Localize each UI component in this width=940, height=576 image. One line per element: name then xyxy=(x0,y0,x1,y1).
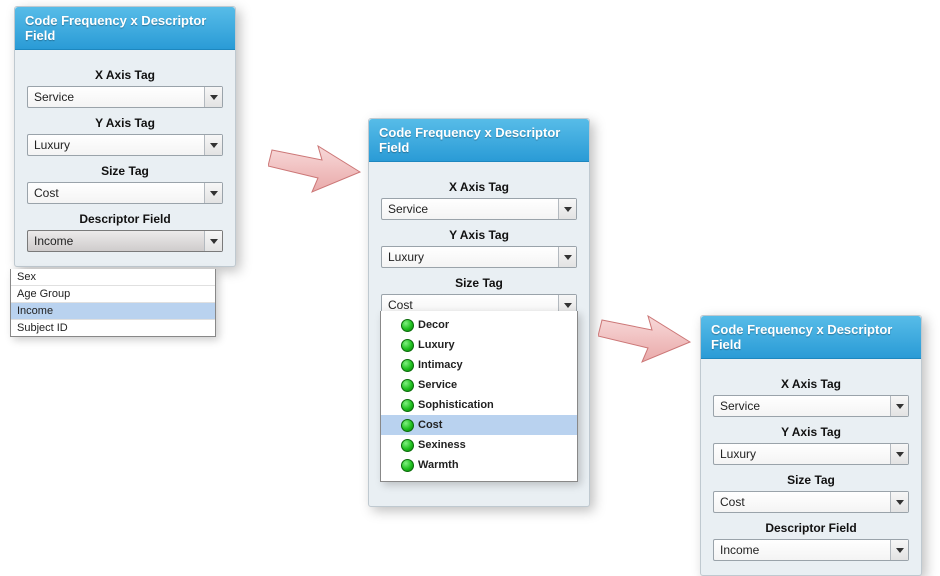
dropdown-item[interactable]: Age Group xyxy=(11,286,215,303)
chevron-down-icon xyxy=(204,183,222,203)
bullet-icon xyxy=(401,419,414,432)
dropdown-item-label: Intimacy xyxy=(418,359,463,371)
size-value: Cost xyxy=(720,495,745,509)
descriptor-label: Descriptor Field xyxy=(713,521,909,535)
y-axis-select[interactable]: Luxury xyxy=(381,246,577,268)
config-panel-final: Code Frequency x Descriptor Field X Axis… xyxy=(700,315,922,576)
panel-body: X Axis Tag Service Y Axis Tag Luxury Siz… xyxy=(701,359,921,575)
panel-title: Code Frequency x Descriptor Field xyxy=(369,119,589,162)
descriptor-value: Income xyxy=(720,543,759,557)
descriptor-select[interactable]: Income xyxy=(27,230,223,252)
y-axis-label: Y Axis Tag xyxy=(381,228,577,242)
descriptor-select[interactable]: Income xyxy=(713,539,909,561)
y-axis-value: Luxury xyxy=(720,447,756,461)
size-dropdown[interactable]: Decor Luxury Intimacy Service Sophistication… xyxy=(380,311,578,482)
chevron-down-icon xyxy=(204,135,222,155)
panel-title: Code Frequency x Descriptor Field xyxy=(701,316,921,359)
x-axis-label: X Axis Tag xyxy=(27,68,223,82)
bullet-icon xyxy=(401,439,414,452)
y-axis-label: Y Axis Tag xyxy=(713,425,909,439)
bullet-icon xyxy=(401,379,414,392)
dropdown-item[interactable]: Warmth xyxy=(381,455,577,475)
chevron-down-icon xyxy=(890,444,908,464)
bullet-icon xyxy=(401,339,414,352)
chevron-down-icon xyxy=(890,540,908,560)
dropdown-item-label: Service xyxy=(418,379,457,391)
y-axis-value: Luxury xyxy=(34,138,70,152)
size-value: Cost xyxy=(388,298,413,312)
dropdown-item[interactable]: Luxury xyxy=(381,335,577,355)
dropdown-item[interactable]: Cost xyxy=(381,415,577,435)
x-axis-select[interactable]: Service xyxy=(27,86,223,108)
bullet-icon xyxy=(401,359,414,372)
size-label: Size Tag xyxy=(27,164,223,178)
size-label: Size Tag xyxy=(381,276,577,290)
y-axis-value: Luxury xyxy=(388,250,424,264)
dropdown-item[interactable]: Sex xyxy=(11,269,215,286)
y-axis-select[interactable]: Luxury xyxy=(713,443,909,465)
bullet-icon xyxy=(401,459,414,472)
chevron-down-icon xyxy=(558,199,576,219)
bullet-icon xyxy=(401,399,414,412)
x-axis-select[interactable]: Service xyxy=(713,395,909,417)
y-axis-select[interactable]: Luxury xyxy=(27,134,223,156)
descriptor-label: Descriptor Field xyxy=(27,212,223,226)
dropdown-item[interactable]: Sophistication xyxy=(381,395,577,415)
size-value: Cost xyxy=(34,186,59,200)
size-label: Size Tag xyxy=(713,473,909,487)
config-panel-descriptor-open: Code Frequency x Descriptor Field X Axis… xyxy=(14,6,236,267)
x-axis-label: X Axis Tag xyxy=(381,180,577,194)
panel-title: Code Frequency x Descriptor Field xyxy=(15,7,235,50)
panel-body: X Axis Tag Service Y Axis Tag Luxury Siz… xyxy=(15,50,235,266)
chevron-down-icon xyxy=(204,231,222,251)
x-axis-label: X Axis Tag xyxy=(713,377,909,391)
dropdown-item[interactable]: Intimacy xyxy=(381,355,577,375)
dropdown-item-label: Sophistication xyxy=(418,399,494,411)
chevron-down-icon xyxy=(890,492,908,512)
chevron-down-icon xyxy=(558,247,576,267)
dropdown-item[interactable]: Subject ID xyxy=(11,320,215,336)
dropdown-item-label: Sexiness xyxy=(418,439,466,451)
descriptor-dropdown[interactable]: SexAge GroupIncomeSubject ID xyxy=(10,269,216,337)
y-axis-label: Y Axis Tag xyxy=(27,116,223,130)
dropdown-item[interactable]: Service xyxy=(381,375,577,395)
chevron-down-icon xyxy=(204,87,222,107)
dropdown-item-label: Luxury xyxy=(418,339,455,351)
x-axis-select[interactable]: Service xyxy=(381,198,577,220)
dropdown-item-label: Cost xyxy=(418,419,442,431)
dropdown-item[interactable]: Sexiness xyxy=(381,435,577,455)
dropdown-item-label: Decor xyxy=(418,319,449,331)
dropdown-item-label: Warmth xyxy=(418,459,459,471)
dropdown-item[interactable]: Income xyxy=(11,303,215,320)
x-axis-value: Service xyxy=(34,90,74,104)
flow-arrow-icon xyxy=(598,300,694,370)
dropdown-item[interactable]: Decor xyxy=(381,315,577,335)
bullet-icon xyxy=(401,319,414,332)
descriptor-value: Income xyxy=(34,234,73,248)
size-select[interactable]: Cost xyxy=(713,491,909,513)
x-axis-value: Service xyxy=(720,399,760,413)
size-select[interactable]: Cost xyxy=(27,182,223,204)
x-axis-value: Service xyxy=(388,202,428,216)
chevron-down-icon xyxy=(890,396,908,416)
flow-arrow-icon xyxy=(268,130,364,200)
